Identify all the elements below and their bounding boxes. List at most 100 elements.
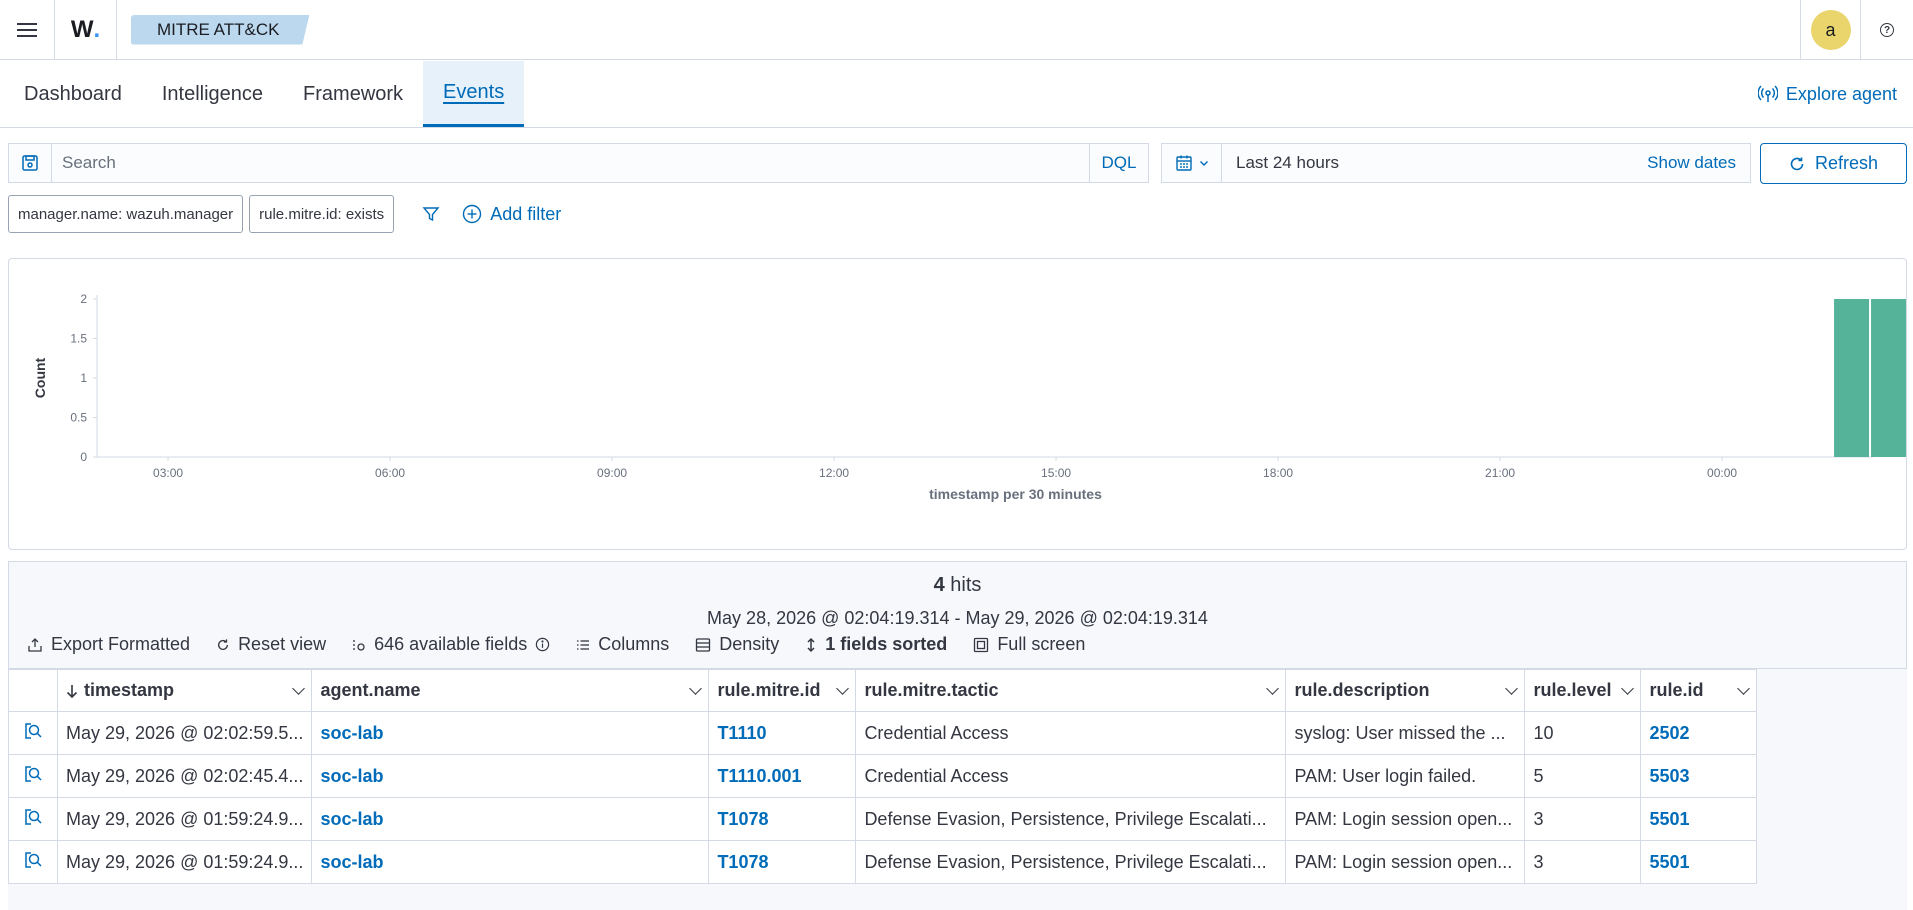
density-icon	[696, 637, 711, 652]
cell-agent-name[interactable]: soc-lab	[311, 797, 710, 841]
cell-rule-mitre-id[interactable]: T1078	[708, 840, 857, 884]
export-formatted-button[interactable]: Export Formatted	[27, 634, 190, 655]
reset-view-button[interactable]: Reset view	[216, 634, 326, 655]
module-tabs: Dashboard Intelligence Framework Events …	[0, 61, 1913, 128]
chevron-down-icon[interactable]	[1621, 682, 1635, 695]
cell-rule-id[interactable]: 2502	[1640, 711, 1758, 755]
chevron-down-icon[interactable]	[1266, 682, 1280, 695]
cell-agent-name[interactable]: soc-lab	[311, 754, 710, 798]
date-range-label[interactable]: Last 24 hours	[1222, 153, 1647, 173]
tab-events[interactable]: Events	[423, 61, 525, 127]
header-rule-mitre-tactic-label: rule.mitre.tactic	[864, 680, 999, 700]
x-tick-label: 03:00	[153, 466, 183, 480]
inspect-document-button[interactable]	[8, 797, 58, 841]
tab-intelligence[interactable]: Intelligence	[142, 61, 283, 127]
cell-timestamp: May 29, 2026 @ 02:02:45.4...	[56, 754, 313, 798]
help-button[interactable]: ?	[1860, 0, 1913, 60]
tab-dashboard[interactable]: Dashboard	[0, 61, 142, 127]
refresh-button[interactable]: Refresh	[1760, 143, 1907, 184]
logo[interactable]: W.	[55, 0, 117, 60]
show-dates-button[interactable]: Show dates	[1647, 153, 1750, 173]
cell-rule-id[interactable]: 5503	[1640, 754, 1758, 798]
cell-rule-id[interactable]: 5501	[1640, 840, 1758, 884]
filter-pill-manager[interactable]: manager.name: wazuh.manager	[8, 195, 244, 233]
export-icon	[28, 637, 42, 652]
hits-panel: 4 hits May 28, 2026 @ 02:04:19.314 - May…	[8, 561, 1907, 669]
add-filter-label: Add filter	[490, 203, 562, 224]
cell-agent-name[interactable]: soc-lab	[311, 711, 710, 755]
full-screen-button[interactable]: Full screen	[973, 634, 1085, 655]
inspect-icon	[25, 851, 42, 868]
cell-rule-mitre-tactic: Defense Evasion, Persistence, Privilege …	[855, 840, 1287, 884]
breadcrumb[interactable]: MITRE ATT&CK	[131, 14, 310, 45]
explore-agent-label: Explore agent	[1785, 83, 1897, 104]
inspect-document-button[interactable]	[8, 840, 58, 884]
avatar[interactable]: a	[1810, 10, 1851, 50]
chevron-down-icon[interactable]	[689, 682, 703, 695]
info-icon	[536, 637, 550, 652]
chevron-down-icon[interactable]	[836, 682, 850, 695]
cell-rule-mitre-id[interactable]: T1110	[708, 711, 857, 755]
refresh-icon	[1790, 157, 1804, 170]
explore-agent-button[interactable]: Explore agent	[1757, 61, 1897, 127]
cell-rule-id[interactable]: 5501	[1640, 797, 1758, 841]
sort-fields-button[interactable]: 1 fields sorted	[805, 634, 947, 655]
cell-agent-name[interactable]: soc-lab	[311, 840, 710, 884]
chevron-down-icon[interactable]	[1737, 682, 1751, 695]
events-table: timestamp agent.name rule.mitre.id rule.…	[8, 669, 1758, 884]
x-tick-label: 18:00	[1263, 466, 1293, 480]
header-rule-id[interactable]: rule.id	[1640, 669, 1758, 712]
cell-rule-mitre-tactic: Credential Access	[855, 711, 1287, 755]
histogram-bar	[1834, 299, 1870, 457]
chevron-down-icon[interactable]	[292, 682, 306, 695]
cell-rule-mitre-tactic: Credential Access	[855, 754, 1287, 798]
header-agent-name[interactable]: agent.name	[311, 669, 710, 712]
filter-options-button[interactable]	[416, 205, 446, 223]
header-rule-description[interactable]: rule.description	[1285, 669, 1526, 712]
hits-number: 4	[933, 574, 945, 596]
cell-rule-mitre-id[interactable]: T1078	[708, 797, 857, 841]
user-menu[interactable]: a	[1800, 0, 1860, 60]
table-row: May 29, 2026 @ 01:59:24.9... soc-lab T10…	[8, 840, 1758, 884]
cell-rule-level: 5	[1524, 754, 1642, 798]
list-icon	[577, 639, 590, 650]
add-filter-button[interactable]: Add filter	[462, 204, 561, 225]
filter-pill-mitre-id[interactable]: rule.mitre.id: exists	[249, 195, 395, 233]
query-language-button[interactable]: DQL	[1089, 144, 1148, 182]
search-input[interactable]	[52, 144, 1089, 182]
date-picker: Last 24 hours Show dates	[1161, 143, 1751, 183]
header-rule-mitre-id[interactable]: rule.mitre.id	[708, 669, 857, 712]
histogram-panel: 0 0.5 1 1.5 2 03:00 06:00 09:00 12:00 15:00 18:00 2…	[8, 258, 1907, 550]
header-rule-mitre-tactic[interactable]: rule.mitre.tactic	[855, 669, 1287, 712]
cell-rule-level: 3	[1524, 797, 1642, 841]
density-button[interactable]: Density	[695, 634, 779, 655]
time-range-label: May 28, 2026 @ 02:04:19.314 - May 29, 20…	[707, 608, 1208, 628]
columns-button[interactable]: Columns	[576, 634, 669, 655]
cell-timestamp: May 29, 2026 @ 01:59:24.9...	[56, 840, 313, 884]
header-rule-description-label: rule.description	[1294, 680, 1430, 700]
filter-icon	[422, 207, 440, 222]
header-timestamp[interactable]: timestamp	[56, 669, 313, 712]
header-timestamp-label: timestamp	[84, 680, 175, 700]
y-axis-title: Count	[32, 357, 48, 398]
fields-label: 646 available fields	[374, 634, 528, 654]
available-fields-button[interactable]: 646 available fields	[352, 634, 550, 655]
y-tick-label: 0	[80, 450, 87, 464]
saved-query-button[interactable]	[9, 144, 52, 182]
quick-date-menu[interactable]	[1162, 144, 1222, 182]
top-header: W. MITRE ATT&CK a ?	[0, 0, 1913, 60]
menu-icon[interactable]	[0, 0, 55, 60]
fullscreen-icon	[974, 637, 989, 652]
x-tick-label: 21:00	[1485, 466, 1515, 480]
inspect-document-button[interactable]	[8, 754, 58, 798]
query-bar: DQL	[8, 143, 1149, 183]
tab-framework[interactable]: Framework	[283, 61, 423, 127]
histogram-chart[interactable]: 0 0.5 1 1.5 2 03:00 06:00 09:00 12:00 15:00 18:00 2…	[9, 259, 1907, 549]
cell-rule-mitre-id[interactable]: T1110.001	[708, 754, 857, 798]
inspect-document-button[interactable]	[8, 711, 58, 755]
header-rule-level[interactable]: rule.level	[1524, 669, 1642, 712]
discover-toolbar: Export Formatted Reset view 646 availabl…	[27, 634, 1085, 655]
table-row: May 29, 2026 @ 01:59:24.9... soc-lab T10…	[8, 797, 1758, 841]
inspect-icon	[25, 808, 42, 825]
chevron-down-icon[interactable]	[1505, 682, 1519, 695]
